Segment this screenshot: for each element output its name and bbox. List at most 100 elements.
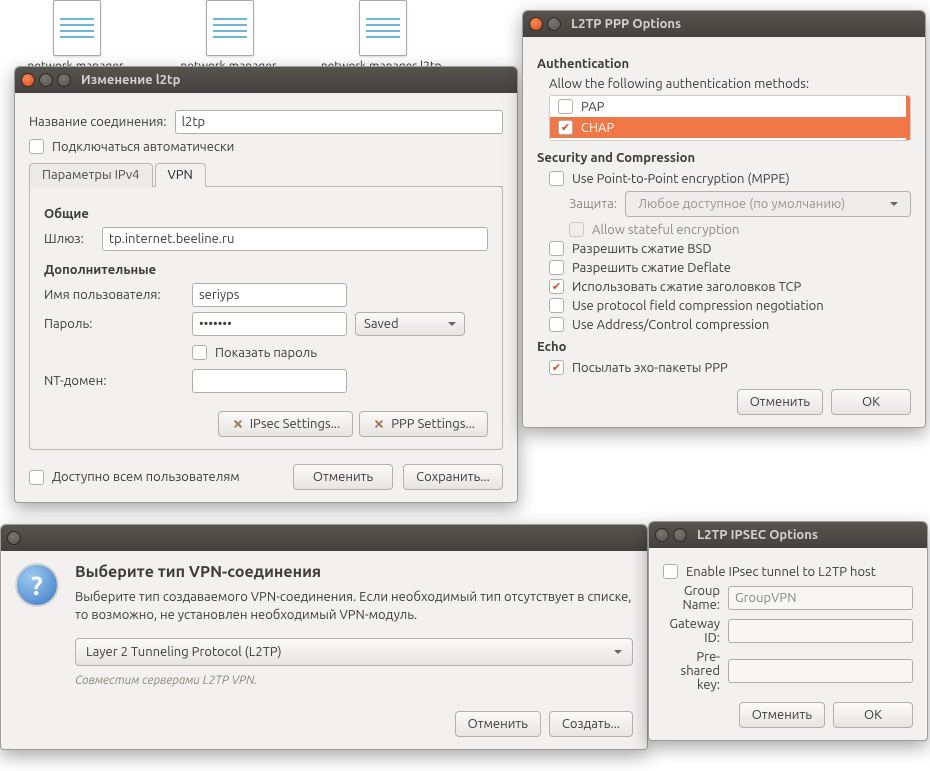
stateful-checkbox: Allow stateful encryption [569,222,911,237]
list-item[interactable]: CHAP [550,117,910,138]
ok-button[interactable]: OK [833,702,913,728]
checkbox-icon [558,120,573,135]
edit-connection-window: Изменение l2tp Название соединения: Подк… [14,66,518,503]
checkbox-icon [663,564,678,579]
cancel-button[interactable]: Отменить [293,464,393,490]
gateway-id-input[interactable] [728,619,913,643]
ppp-options-window: L2TP PPP Options Authentication Allow th… [522,10,926,428]
deflate-checkbox[interactable]: Разрешить сжатие Deflate [549,260,911,275]
tab-ipv4[interactable]: Параметры IPv4 [29,163,153,187]
scrollbar[interactable] [906,96,910,140]
auto-connect-checkbox[interactable]: Подключаться автоматически [29,139,503,154]
titlebar[interactable]: Изменение l2tp [15,67,517,93]
tcp-header-checkbox[interactable]: Использовать сжатие заголовков TCP [549,279,911,294]
tab-vpn[interactable]: VPN [155,163,206,187]
auth-heading: Authentication [537,57,911,71]
ipsec-options-window: L2TP IPSEC Options Enable IPsec tunnel t… [648,521,928,741]
security-heading: Security and Compression [537,151,911,165]
checkbox-icon [192,345,207,360]
mppe-checkbox[interactable]: Use Point-to-Point encryption (MPPE) [549,171,911,186]
checkbox-icon [558,99,573,114]
window-title: Изменение l2tp [81,73,180,87]
psk-input[interactable] [728,659,913,683]
create-button[interactable]: Создать... [549,711,633,737]
ipsec-settings-button[interactable]: IPsec Settings... [218,411,353,437]
auth-method-list[interactable]: PAP CHAP [549,95,911,141]
protect-select: Любое доступное (по умолчанию) [625,191,911,217]
checkbox-icon [549,260,564,275]
compat-note: Совместим серверами L2TP VPN. [75,674,633,687]
ok-button[interactable]: OK [831,389,911,415]
checkbox-icon [549,360,564,375]
checkbox-icon [549,171,564,186]
window-title: L2TP IPSEC Options [697,528,818,542]
titlebar[interactable]: L2TP PPP Options [523,11,925,37]
window-button-icon[interactable] [547,17,561,31]
available-all-label: Доступно всем пользователям [52,470,240,484]
general-heading: Общие [44,207,488,221]
titlebar[interactable]: L2TP IPSEC Options [649,522,927,548]
proto-field-checkbox[interactable]: Use protocol field compression negotiati… [549,298,911,313]
nt-domain-input[interactable] [192,369,347,393]
dialog-heading: Выберите тип VPN-соединения [75,563,633,581]
group-name-input[interactable] [728,586,913,610]
titlebar[interactable] [1,525,647,551]
dialog-description: Выберите тип создаваемого VPN-соединения… [75,589,633,624]
wrench-icon [372,417,386,431]
password-label: Пароль: [44,317,184,331]
password-input[interactable] [192,312,347,336]
available-all-checkbox[interactable]: Доступно всем пользователям [29,470,283,485]
checkbox-icon [549,298,564,313]
username-input[interactable] [192,283,347,307]
bsd-checkbox[interactable]: Разрешить сжатие BSD [549,241,911,256]
gateway-label: Шлюз: [44,232,94,246]
ppp-settings-button[interactable]: PPP Settings... [359,411,488,437]
username-label: Имя пользователя: [44,288,184,302]
close-icon[interactable] [529,17,543,31]
cancel-button[interactable]: Отменить [739,702,825,728]
checkbox-icon [549,279,564,294]
optional-heading: Дополнительные [44,263,488,277]
echo-checkbox[interactable]: Посылать эхо-пакеты PPP [549,360,911,375]
document-icon [359,0,407,56]
auth-subtext: Allow the following authentication metho… [549,77,911,91]
checkbox-icon [29,139,44,154]
checkbox-icon [29,470,44,485]
password-mode-select[interactable]: Saved [355,312,465,336]
cancel-button[interactable]: Отменить [455,711,541,737]
minimize-icon[interactable] [39,73,53,87]
window-button-icon[interactable] [673,528,687,542]
auto-connect-label: Подключаться автоматически [52,140,234,154]
vpn-tab-panel: Общие Шлюз: Дополнительные Имя пользоват… [29,186,503,450]
vpn-type-select[interactable]: Layer 2 Tunneling Protocol (L2TP) [75,638,633,666]
close-icon[interactable] [21,73,35,87]
checkbox-icon [569,222,584,237]
group-name-label: Group Name: [663,584,720,612]
question-icon: ? [15,563,59,607]
list-item[interactable]: PAP [550,96,910,117]
close-icon[interactable] [655,528,669,542]
gateway-input[interactable] [102,227,488,251]
enable-ipsec-checkbox[interactable]: Enable IPsec tunnel to L2TP host [663,564,913,579]
nt-domain-label: NT-домен: [44,374,184,388]
show-password-checkbox[interactable]: Показать пароль [192,345,317,360]
psk-label: Pre-shared key: [663,650,720,692]
gateway-id-label: Gateway ID: [663,617,720,645]
maximize-icon[interactable] [57,73,71,87]
window-title: L2TP PPP Options [571,17,681,31]
conn-name-label: Название соединения: [29,115,167,129]
conn-name-input[interactable] [175,110,503,134]
document-icon [53,0,101,56]
wrench-icon [231,417,245,431]
checkbox-icon [549,241,564,256]
cancel-button[interactable]: Отменить [737,389,823,415]
protect-label: Защита: [569,197,617,211]
addr-ctrl-checkbox[interactable]: Use Address/Control compression [549,317,911,332]
close-icon[interactable] [7,531,21,545]
save-button[interactable]: Сохранить... [403,464,503,490]
echo-heading: Echo [537,340,911,354]
document-icon [206,0,254,56]
show-password-label: Показать пароль [215,346,317,360]
choose-vpn-dialog: ? Выберите тип VPN-соединения Выберите т… [0,524,648,750]
checkbox-icon [549,317,564,332]
